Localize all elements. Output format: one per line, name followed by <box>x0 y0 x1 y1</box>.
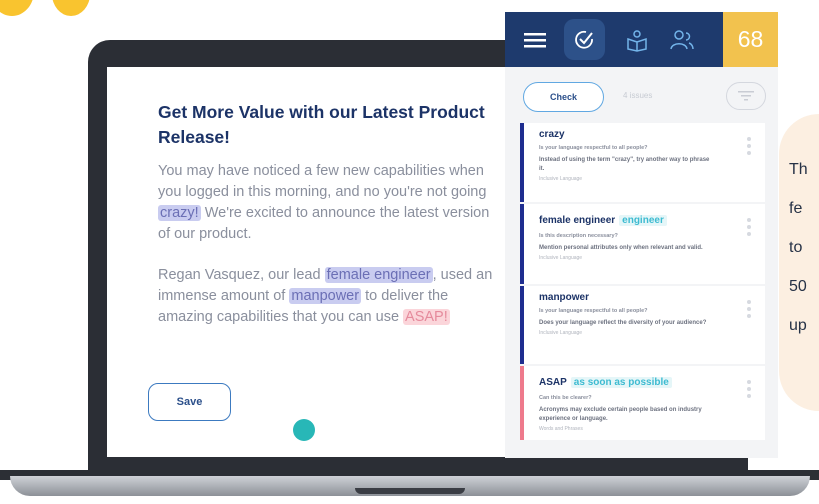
issue-question: Is your language respectful to all peopl… <box>539 145 648 151</box>
issue-card-asap[interactable]: ASAP as soon as possible Can this be clea… <box>520 366 765 440</box>
document-body[interactable]: Get More Value with our Latest Product R… <box>158 100 503 348</box>
issue-card-crazy[interactable]: crazy Is your language respectful to all… <box>520 123 765 202</box>
callout-text: up <box>789 317 807 334</box>
issue-term: manpower <box>539 292 590 303</box>
issue-category: Inclusive Language <box>539 330 583 336</box>
suggestion-chip[interactable]: as soon as possible <box>570 377 672 388</box>
callout-text: 50 <box>789 278 807 295</box>
flagged-term-manpower[interactable]: manpower <box>289 288 362 304</box>
issue-term: female engineer <box>539 215 616 226</box>
issue-category: Inclusive Language <box>539 255 583 261</box>
issue-card-female-engineer[interactable]: female engineer engineer Is this descript… <box>520 204 765 284</box>
issue-term: crazy <box>539 129 565 140</box>
marketing-stage: Get More Value with our Latest Product R… <box>0 0 819 504</box>
issue-category: Words and Phrases <box>539 426 583 432</box>
document-heading: Get More Value with our Latest Product R… <box>158 102 485 147</box>
panel-toolbar: 68 <box>505 12 778 67</box>
check-button[interactable]: Check <box>523 82 604 112</box>
issue-question: Is this description necessary? <box>539 233 618 239</box>
score-badge: 68 <box>723 12 778 67</box>
more-options-icon[interactable] <box>747 137 751 158</box>
paragraph-text: Regan Vasquez, our lead <box>158 267 321 283</box>
decorative-blob-right <box>52 0 90 16</box>
issues-count: 4 issues <box>623 91 653 100</box>
save-button[interactable]: Save <box>148 383 231 421</box>
filter-button[interactable] <box>726 82 766 110</box>
menu-icon[interactable] <box>522 27 548 53</box>
issue-term: ASAP <box>539 377 567 388</box>
issue-question: Can this be clearer? <box>539 395 592 401</box>
callout-bubble: Th fe to 50 up <box>779 114 819 411</box>
flagged-term-female-engineer[interactable]: female engineer <box>324 267 433 283</box>
cursor-dot <box>293 419 315 441</box>
laptop-notch <box>355 488 465 494</box>
callout-text: fe <box>789 200 803 217</box>
book-icon[interactable] <box>624 27 650 53</box>
more-options-icon[interactable] <box>747 380 751 401</box>
issue-detail: Does your language reflect the diversity… <box>539 320 707 326</box>
decorative-blob-left <box>0 0 34 16</box>
issue-detail: Acronyms may exclude certain people base… <box>539 407 702 422</box>
paragraph-text: You may have noticed a few new capabilit… <box>158 163 487 200</box>
callout-text: Th <box>789 161 808 178</box>
flagged-term-crazy[interactable]: crazy! <box>158 205 201 221</box>
issue-detail: Mention personal attributes only when re… <box>539 245 703 251</box>
paragraph-2: Regan Vasquez, our lead female engineer,… <box>158 265 503 328</box>
more-options-icon[interactable] <box>747 218 751 239</box>
paragraph-text: We're excited to announce the latest ver… <box>158 205 490 242</box>
filter-icon <box>738 91 754 101</box>
flagged-term-asap[interactable]: ASAP! <box>403 309 450 325</box>
more-options-icon[interactable] <box>747 300 751 321</box>
people-icon[interactable] <box>669 27 695 53</box>
issue-question: Is your language respectful to all peopl… <box>539 308 648 314</box>
check-document-icon <box>575 30 593 49</box>
issue-category: Inclusive Language <box>539 176 583 182</box>
issue-detail: Instead of using the term "crazy", try a… <box>539 157 710 172</box>
paragraph-1: You may have noticed a few new capabilit… <box>158 161 503 245</box>
callout-text: to <box>789 239 803 256</box>
review-panel: 68 Check 4 issues crazy Is your language… <box>505 12 778 458</box>
issue-card-manpower[interactable]: manpower Is your language respectful to … <box>520 286 765 364</box>
suggestion-chip[interactable]: engineer <box>619 215 667 226</box>
